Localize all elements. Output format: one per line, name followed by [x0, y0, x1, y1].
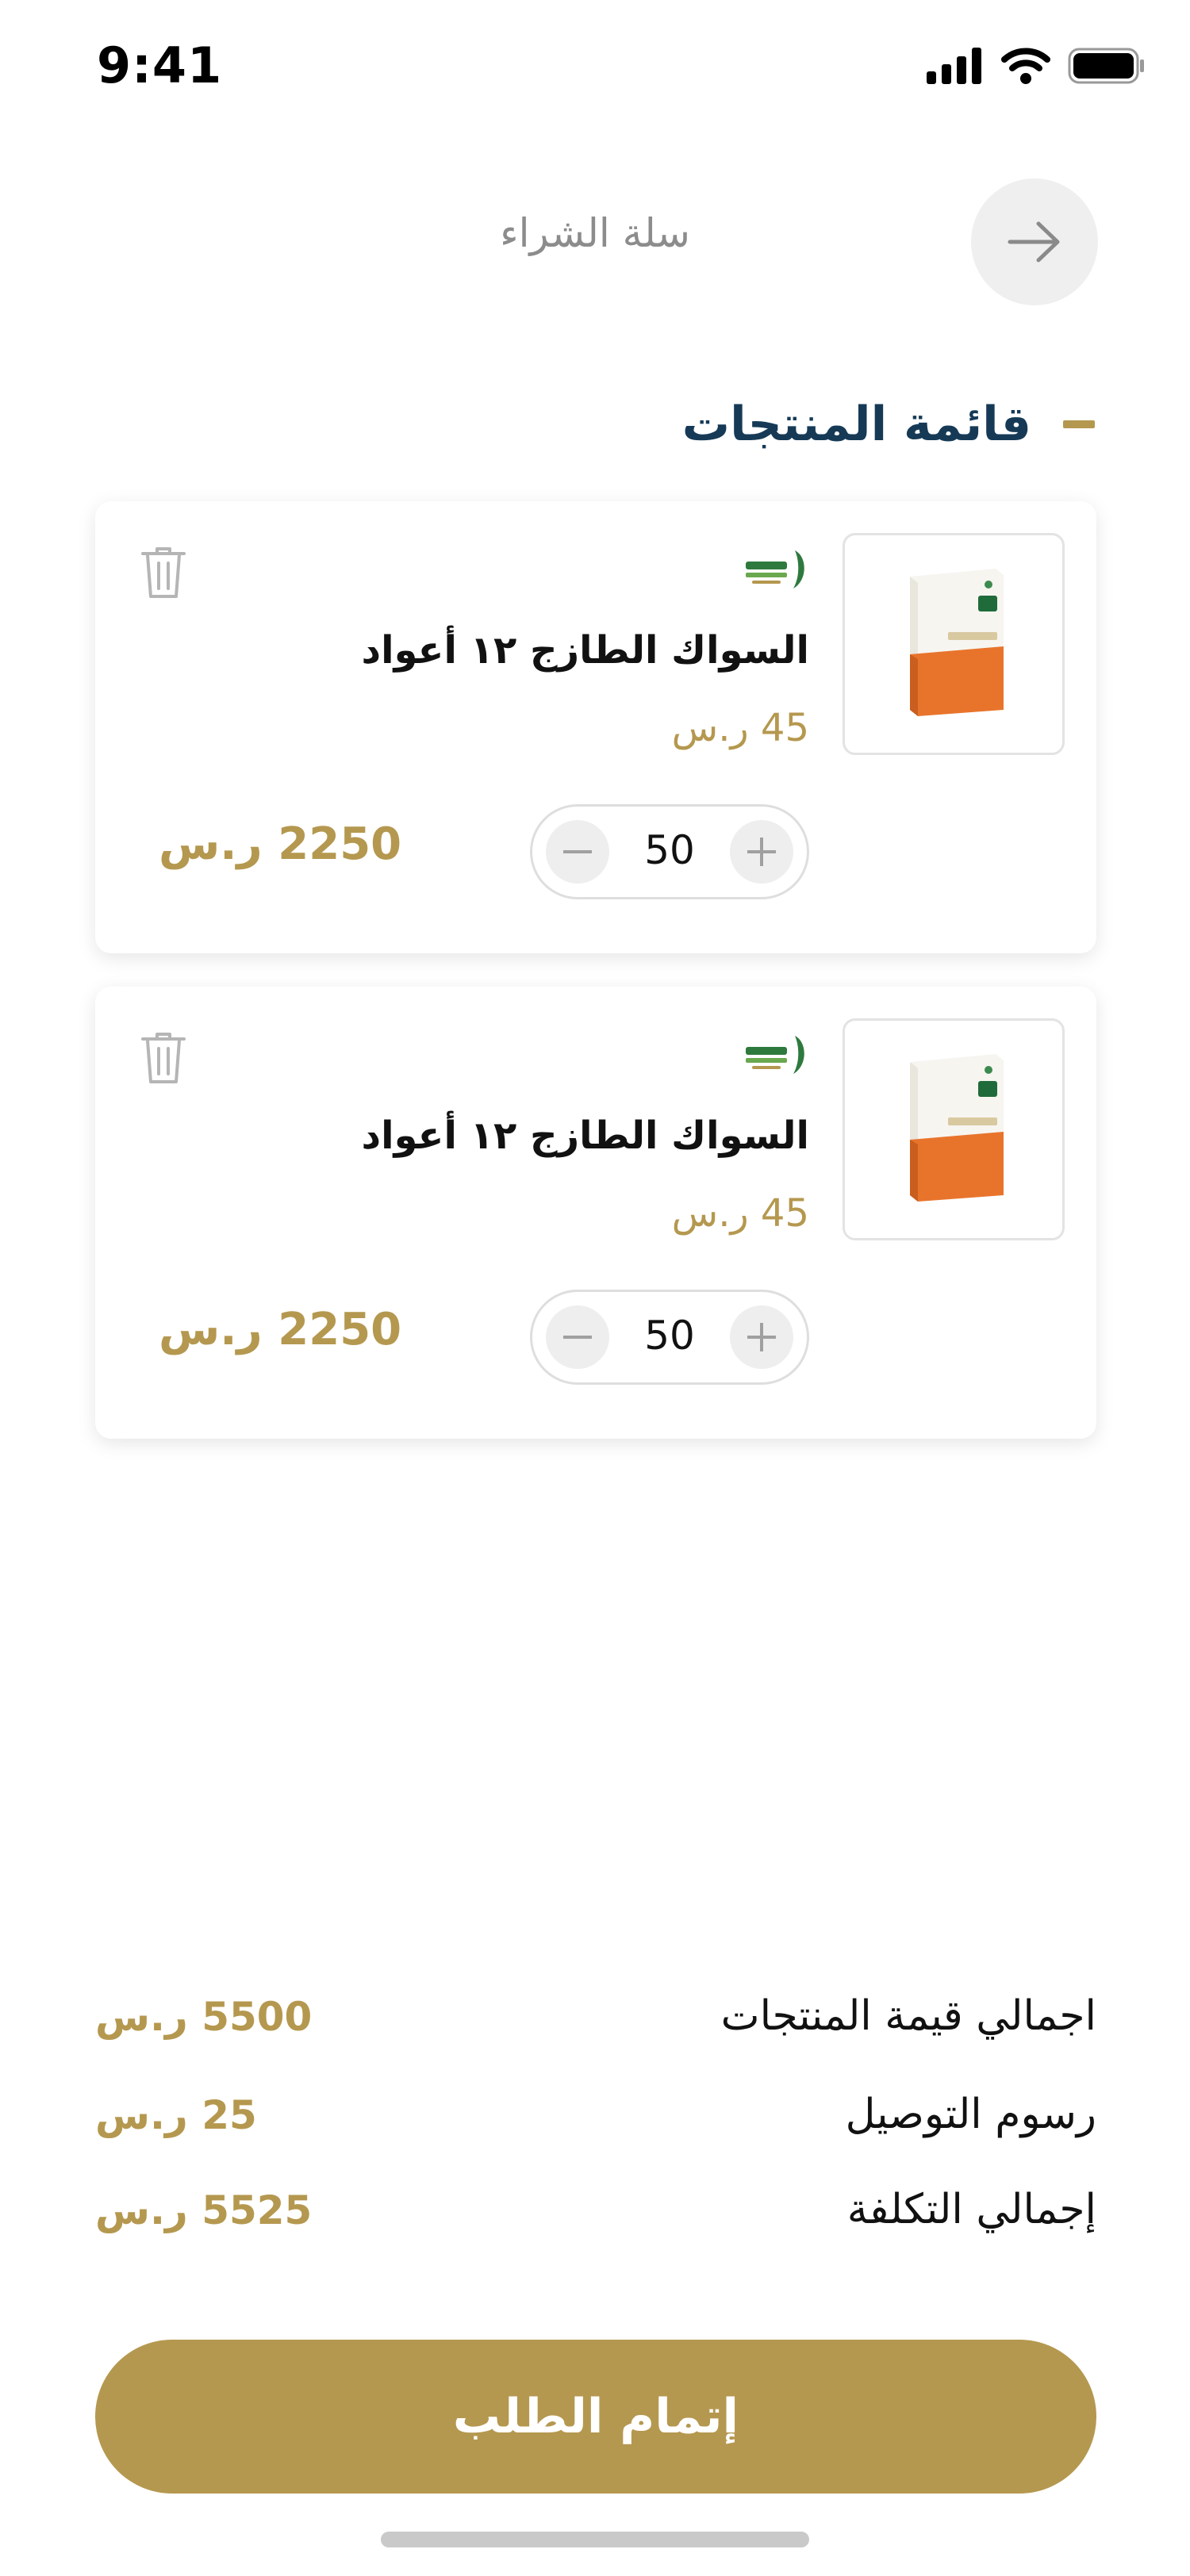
- decrease-quantity-button[interactable]: [546, 820, 609, 884]
- decrease-quantity-button[interactable]: [546, 1305, 609, 1369]
- checkout-label: إتمام الطلب: [452, 2389, 739, 2444]
- subtotal-value: 5500 ر.س: [95, 1994, 313, 2040]
- minus-icon: [563, 1336, 592, 1339]
- line-total: 2250 ر.س: [159, 818, 402, 870]
- product-image[interactable]: [843, 1018, 1065, 1240]
- status-icons: [927, 48, 1146, 84]
- quantity-value: 50: [644, 827, 695, 873]
- status-time: 9:41: [97, 36, 223, 94]
- quantity-value: 50: [644, 1313, 695, 1359]
- increase-quantity-button[interactable]: [730, 1305, 793, 1369]
- quantity-stepper: 50: [530, 804, 809, 899]
- back-button[interactable]: [971, 178, 1098, 305]
- brand-logo: [746, 1036, 804, 1074]
- delivery-label: رسوم التوصيل: [845, 2091, 1096, 2138]
- product-box-image: [910, 569, 1004, 716]
- section-accent-dash: [1063, 420, 1095, 428]
- summary-subtotal-row: اجمالي قيمة المنتجات 5500 ر.س: [95, 1984, 1096, 2056]
- summary-delivery-row: رسوم التوصيل 25 ر.س: [95, 2083, 1096, 2154]
- subtotal-label: اجمالي قيمة المنتجات: [720, 1992, 1096, 2040]
- home-indicator[interactable]: [381, 2532, 809, 2547]
- quantity-stepper: 50: [530, 1290, 809, 1385]
- cart-item-card: السواك الطازج ١٢ أعواد 45 ر.س 50 2250 ر.…: [95, 501, 1096, 953]
- unit-price: 45 ر.س: [671, 1191, 809, 1236]
- checkout-button[interactable]: إتمام الطلب: [95, 2340, 1096, 2494]
- line-total: 2250 ر.س: [159, 1304, 402, 1355]
- cart-item-card: السواك الطازج ١٢ أعواد 45 ر.س 50 2250 ر.…: [95, 987, 1096, 1439]
- section-title: قائمة المنتجات: [681, 397, 1031, 452]
- battery-icon: [1068, 48, 1144, 84]
- unit-price: 45 ر.س: [671, 706, 809, 750]
- section-header: قائمة المنتجات: [682, 389, 1095, 460]
- total-value: 5525 ر.س: [95, 2187, 313, 2233]
- product-name: السواك الطازج ١٢ أعواد: [361, 1114, 810, 1158]
- product-image[interactable]: [843, 533, 1065, 755]
- increase-quantity-button[interactable]: [730, 820, 793, 884]
- header: سلة الشراء: [0, 171, 1190, 313]
- total-label: إجمالي التكلفة: [846, 2186, 1096, 2233]
- trash-icon[interactable]: [140, 544, 187, 601]
- arrow-right-icon: [1008, 221, 1060, 263]
- product-name: السواك الطازج ١٢ أعواد: [361, 628, 810, 673]
- signal-icon: [927, 48, 981, 84]
- product-box-image: [910, 1054, 1004, 1202]
- plus-icon: [747, 1323, 776, 1351]
- delivery-value: 25 ر.س: [95, 2092, 257, 2138]
- summary-total-row: إجمالي التكلفة 5525 ر.س: [95, 2178, 1096, 2249]
- plus-icon: [747, 838, 776, 866]
- minus-icon: [563, 850, 592, 853]
- brand-logo: [746, 550, 804, 588]
- trash-icon[interactable]: [140, 1029, 187, 1087]
- status-bar: 9:41: [0, 0, 1190, 143]
- wifi-icon: [1001, 48, 1050, 84]
